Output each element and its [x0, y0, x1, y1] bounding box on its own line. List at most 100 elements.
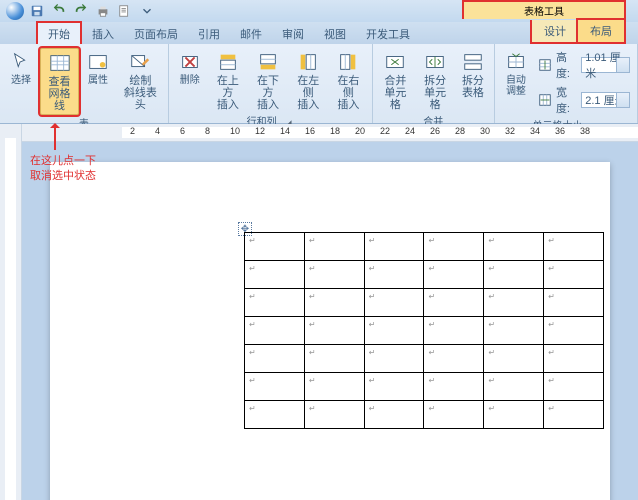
table-cell[interactable]: ↵ — [245, 317, 305, 345]
ruler-number: 8 — [205, 126, 210, 136]
table-cell[interactable]: ↵ — [484, 345, 544, 373]
table-cell[interactable]: ↵ — [304, 401, 364, 429]
table-row[interactable]: ↵↵↵↵↵↵ — [245, 345, 604, 373]
properties-button[interactable]: 属性 — [81, 48, 115, 88]
save-icon[interactable] — [28, 2, 46, 20]
table-cell[interactable]: ↵ — [304, 261, 364, 289]
table-cell[interactable]: ↵ — [245, 373, 305, 401]
table-row[interactable]: ↵↵↵↵↵↵ — [245, 289, 604, 317]
table-cell[interactable]: ↵ — [484, 233, 544, 261]
tab-table-layout[interactable]: 布局 — [576, 18, 626, 44]
table-cell[interactable]: ↵ — [245, 345, 305, 373]
table-cell[interactable]: ↵ — [424, 373, 484, 401]
table-cell[interactable]: ↵ — [424, 261, 484, 289]
table-row[interactable]: ↵↵↵↵↵↵ — [245, 261, 604, 289]
tab-home[interactable]: 开始 — [36, 21, 82, 44]
view-gridlines-button[interactable]: 查看网格线 — [40, 48, 79, 115]
pencil-icon — [127, 50, 153, 74]
group-table: 选择 查看网格线 属性 绘制斜线表头 表 — [0, 44, 169, 123]
table-cell[interactable]: ↵ — [424, 233, 484, 261]
width-spinbox[interactable]: 2.1 厘米 — [581, 92, 630, 108]
draw-diagonal-button[interactable]: 绘制斜线表头 — [117, 48, 164, 113]
table-cell[interactable]: ↵ — [484, 261, 544, 289]
tab-insert[interactable]: 插入 — [82, 23, 124, 44]
table-cell[interactable]: ↵ — [304, 317, 364, 345]
split-cells-button[interactable]: 拆分单元格 — [416, 48, 454, 113]
table-cell[interactable]: ↵ — [424, 317, 484, 345]
table-cell[interactable]: ↵ — [484, 289, 544, 317]
autofit-button[interactable]: 自动调整 — [499, 48, 533, 99]
insert-above-button[interactable]: 在上方插入 — [209, 48, 247, 113]
tab-review[interactable]: 审阅 — [272, 23, 314, 44]
table-cell[interactable]: ↵ — [364, 233, 424, 261]
table-cell[interactable]: ↵ — [245, 261, 305, 289]
undo-icon[interactable] — [50, 2, 68, 20]
quick-print-icon[interactable] — [116, 2, 134, 20]
table-cell[interactable]: ↵ — [544, 317, 604, 345]
insert-left-button[interactable]: 在左侧插入 — [289, 48, 327, 113]
table-cell[interactable]: ↵ — [245, 233, 305, 261]
qat-dropdown-icon[interactable] — [138, 2, 156, 20]
vertical-ruler[interactable] — [0, 124, 22, 500]
table-cell[interactable]: ↵ — [544, 401, 604, 429]
table-row[interactable]: ↵↵↵↵↵↵ — [245, 373, 604, 401]
group-rows-cols: 删除 在上方插入 在下方插入 在左侧插入 在右侧插入 行和列 ◢ — [169, 44, 373, 123]
print-icon[interactable] — [94, 2, 112, 20]
row-height-control[interactable]: 高度: 1.01 厘米 — [535, 48, 633, 82]
table-cell[interactable]: ↵ — [484, 401, 544, 429]
horizontal-ruler[interactable]: 2468101214161820222426283032343638 — [22, 124, 638, 142]
table-cell[interactable]: ↵ — [424, 289, 484, 317]
table-cell[interactable]: ↵ — [544, 233, 604, 261]
table-cell[interactable]: ↵ — [304, 373, 364, 401]
table-cell[interactable]: ↵ — [364, 289, 424, 317]
width-icon — [538, 93, 552, 107]
table-cell[interactable]: ↵ — [245, 289, 305, 317]
table-cell[interactable]: ↵ — [364, 345, 424, 373]
table-row[interactable]: ↵↵↵↵↵↵ — [245, 317, 604, 345]
table-cell[interactable]: ↵ — [484, 373, 544, 401]
page-scroll[interactable]: ✥ ↵↵↵↵↵↵↵↵↵↵↵↵↵↵↵↵↵↵↵↵↵↵↵↵↵↵↵↵↵↵↵↵↵↵↵↵↵↵… — [22, 142, 638, 500]
office-orb-button[interactable] — [6, 2, 24, 20]
ruler-number: 2 — [130, 126, 135, 136]
insert-right-button[interactable]: 在右侧插入 — [329, 48, 367, 113]
table-cell[interactable]: ↵ — [424, 345, 484, 373]
tab-pagelayout[interactable]: 页面布局 — [124, 23, 188, 44]
tab-table-design[interactable]: 设计 — [532, 20, 578, 42]
table-cell[interactable]: ↵ — [544, 289, 604, 317]
document-page[interactable]: ✥ ↵↵↵↵↵↵↵↵↵↵↵↵↵↵↵↵↵↵↵↵↵↵↵↵↵↵↵↵↵↵↵↵↵↵↵↵↵↵… — [50, 162, 610, 500]
table-row[interactable]: ↵↵↵↵↵↵ — [245, 233, 604, 261]
col-width-control[interactable]: 宽度: 2.1 厘米 — [535, 83, 633, 117]
tab-mailings[interactable]: 邮件 — [230, 23, 272, 44]
group-merge: 合并单元格 拆分单元格 拆分表格 合并 — [373, 44, 495, 123]
tab-view[interactable]: 视图 — [314, 23, 356, 44]
table-cell[interactable]: ↵ — [484, 317, 544, 345]
redo-icon[interactable] — [72, 2, 90, 20]
tab-developer[interactable]: 开发工具 — [356, 23, 420, 44]
table-cell[interactable]: ↵ — [364, 261, 424, 289]
split-icon — [422, 50, 448, 74]
tab-references[interactable]: 引用 — [188, 23, 230, 44]
table-cell[interactable]: ↵ — [304, 345, 364, 373]
delete-button[interactable]: 删除 — [173, 48, 207, 88]
table-cell[interactable]: ↵ — [304, 233, 364, 261]
table-cell[interactable]: ↵ — [364, 317, 424, 345]
split-table-button[interactable]: 拆分表格 — [456, 48, 490, 101]
height-spinbox[interactable]: 1.01 厘米 — [581, 57, 630, 73]
table-cell[interactable]: ↵ — [544, 373, 604, 401]
select-button[interactable]: 选择 — [4, 48, 38, 88]
insert-below-button[interactable]: 在下方插入 — [249, 48, 287, 113]
table-move-handle[interactable]: ✥ — [238, 222, 252, 236]
table-cell[interactable]: ↵ — [544, 345, 604, 373]
ruler-number: 34 — [530, 126, 540, 136]
table-cell[interactable]: ↵ — [364, 373, 424, 401]
table-cell[interactable]: ↵ — [364, 401, 424, 429]
document-table[interactable]: ↵↵↵↵↵↵↵↵↵↵↵↵↵↵↵↵↵↵↵↵↵↵↵↵↵↵↵↵↵↵↵↵↵↵↵↵↵↵↵↵… — [244, 232, 604, 429]
table-cell[interactable]: ↵ — [304, 289, 364, 317]
merge-cells-button[interactable]: 合并单元格 — [377, 48, 415, 113]
table-cell[interactable]: ↵ — [544, 261, 604, 289]
context-tool-title: 表格工具 — [462, 0, 626, 19]
table-cell[interactable]: ↵ — [424, 401, 484, 429]
ruler-number: 12 — [255, 126, 265, 136]
table-cell[interactable]: ↵ — [245, 401, 305, 429]
table-row[interactable]: ↵↵↵↵↵↵ — [245, 401, 604, 429]
